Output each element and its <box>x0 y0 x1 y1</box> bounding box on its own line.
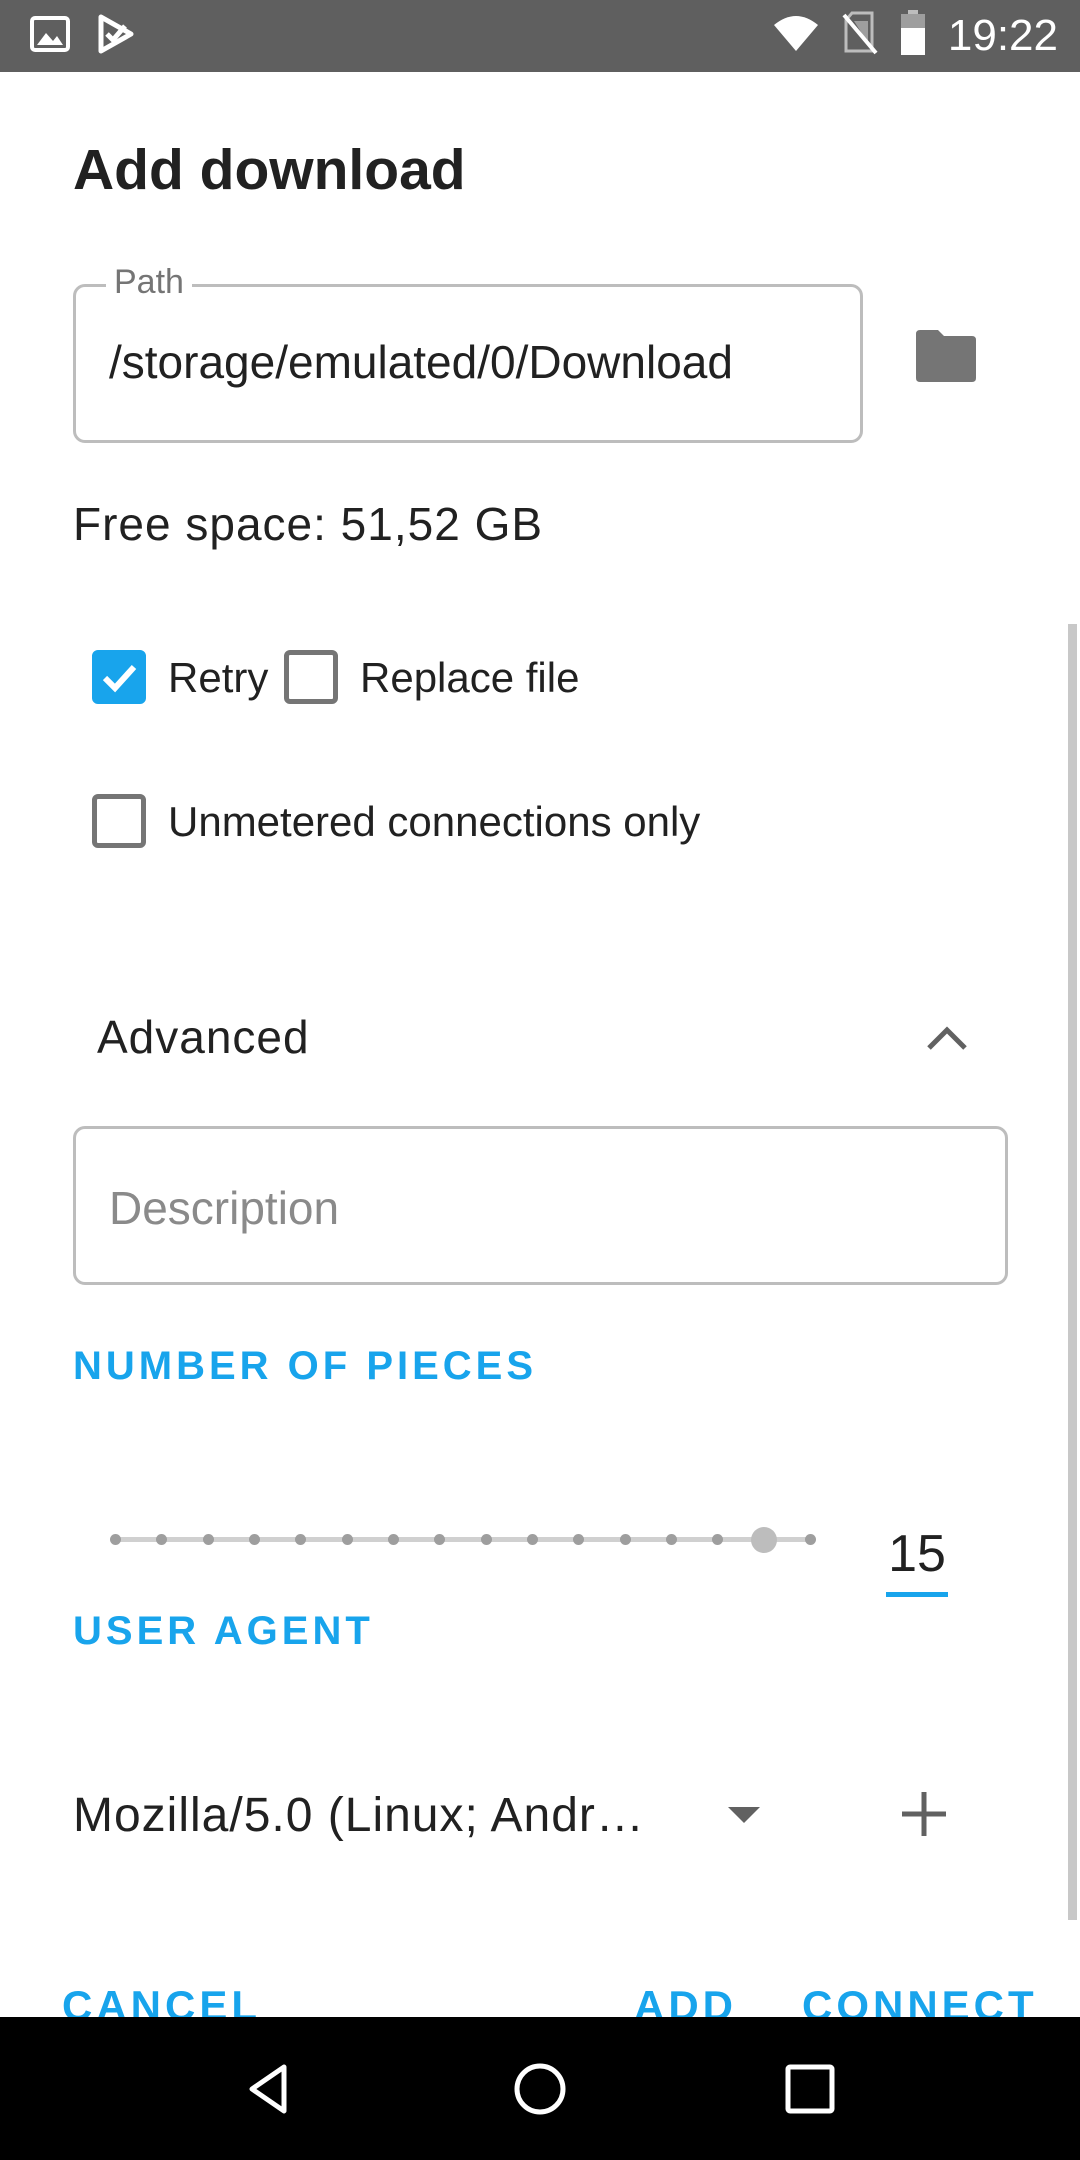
slider-tick <box>666 1534 677 1545</box>
slider-tick <box>249 1534 260 1545</box>
slider-track <box>115 1537 810 1542</box>
scrollbar[interactable] <box>1068 624 1077 1920</box>
navigation-bar <box>0 2017 1080 2160</box>
battery-icon <box>900 10 926 61</box>
slider-tick <box>388 1534 399 1545</box>
path-label: Path <box>106 263 192 302</box>
chevron-up-icon[interactable] <box>925 1024 969 1057</box>
play-store-icon <box>98 14 134 59</box>
pieces-value-underline <box>886 1592 948 1597</box>
back-icon[interactable] <box>232 2051 308 2127</box>
folder-icon[interactable] <box>914 328 978 392</box>
path-value[interactable]: /storage/emulated/0/Download <box>109 335 733 389</box>
status-bar: 19:22 <box>0 0 1080 72</box>
slider-tick <box>527 1534 538 1545</box>
pieces-section-label: NUMBER OF PIECES <box>73 1344 538 1388</box>
slider-tick <box>434 1534 446 1545</box>
image-icon <box>30 16 70 57</box>
advanced-section-header[interactable]: Advanced <box>0 972 1080 1092</box>
recents-icon[interactable] <box>772 2051 848 2127</box>
replace-file-checkbox[interactable] <box>284 650 338 704</box>
free-space-text: Free space: 51,52 GB <box>73 498 544 550</box>
add-download-dialog: Add download Path /storage/emulated/0/Do… <box>0 72 1080 2029</box>
clock: 19:22 <box>947 10 1058 60</box>
advanced-label: Advanced <box>97 1011 310 1063</box>
add-user-agent-icon[interactable] <box>898 1788 950 1840</box>
slider-tick <box>805 1534 816 1545</box>
slider-tick <box>202 1534 214 1545</box>
slider-tick <box>573 1534 585 1545</box>
slider-tick <box>712 1534 724 1545</box>
no-sim-icon <box>842 11 878 60</box>
slider-tick <box>110 1534 121 1545</box>
unmetered-checkbox[interactable] <box>92 794 146 848</box>
description-field[interactable] <box>73 1126 1008 1285</box>
slider-tick <box>295 1534 307 1545</box>
slider-tick <box>480 1534 492 1545</box>
slider-tick <box>156 1534 168 1545</box>
slider-tick <box>619 1534 631 1545</box>
retry-label[interactable]: Retry <box>168 654 268 702</box>
user-agent-section-label: USER AGENT <box>73 1609 374 1653</box>
pieces-value[interactable]: 15 <box>886 1524 948 1584</box>
description-input[interactable] <box>109 1181 969 1235</box>
home-icon[interactable] <box>502 2051 578 2127</box>
slider-tick <box>341 1534 353 1545</box>
slider-thumb[interactable] <box>750 1527 777 1553</box>
unmetered-label[interactable]: Unmetered connections only <box>168 798 700 846</box>
path-field[interactable]: Path /storage/emulated/0/Download <box>73 263 863 443</box>
dropdown-arrow-icon[interactable] <box>726 1805 762 1830</box>
retry-checkbox[interactable] <box>92 650 146 704</box>
wifi-icon <box>772 13 820 58</box>
dialog-title: Add download <box>73 138 466 202</box>
pieces-slider[interactable] <box>110 1520 816 1560</box>
replace-file-label[interactable]: Replace file <box>360 654 579 702</box>
user-agent-select[interactable]: Mozilla/5.0 (Linux; Andr… <box>73 1788 673 1843</box>
